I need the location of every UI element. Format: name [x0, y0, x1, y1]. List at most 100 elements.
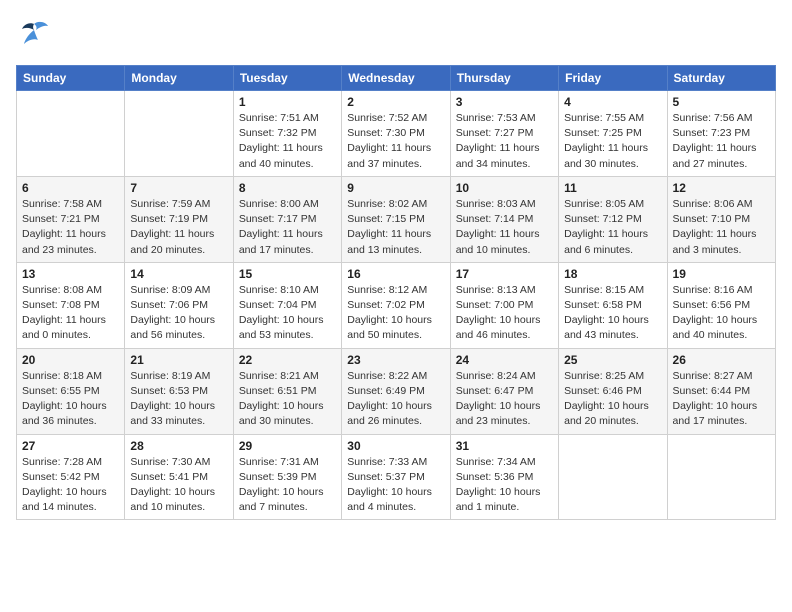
calendar-cell: 28Sunrise: 7:30 AM Sunset: 5:41 PM Dayli… — [125, 434, 233, 520]
calendar-cell: 14Sunrise: 8:09 AM Sunset: 7:06 PM Dayli… — [125, 262, 233, 348]
calendar-cell: 17 Sunrise: 8:13 AM Sunset: 7:00 PM Dayli… — [450, 262, 558, 348]
calendar-header: SundayMondayTuesdayWednesdayThursdayFrid… — [17, 66, 776, 91]
day-info: Sunrise: 8:06 AM Sunset: 7:10 PM Dayligh… — [673, 197, 770, 258]
day-info: Sunrise: 8:22 AM Sunset: 6:49 PM Dayligh… — [347, 369, 444, 430]
day-info: Sunrise: 8:05 AM Sunset: 7:12 PM Dayligh… — [564, 197, 661, 258]
day-number: 4 — [564, 95, 661, 109]
calendar-week-row: 27 Sunrise: 7:28 AM Sunset: 5:42 PM Dayli… — [17, 434, 776, 520]
day-number: 17 — [456, 267, 553, 281]
calendar-body: 1 Sunrise: 7:51 AM Sunset: 7:32 PM Daylig… — [17, 91, 776, 520]
calendar-cell: 5 Sunrise: 7:56 AM Sunset: 7:23 PM Daylig… — [667, 91, 775, 177]
day-number: 10 — [456, 181, 553, 195]
calendar-cell: 27 Sunrise: 7:28 AM Sunset: 5:42 PM Dayli… — [17, 434, 125, 520]
weekday-header-monday: Monday — [125, 66, 233, 91]
calendar-cell: 2Sunrise: 7:52 AM Sunset: 7:30 PM Daylig… — [342, 91, 450, 177]
day-number: 8 — [239, 181, 336, 195]
day-info: Sunrise: 8:10 AM Sunset: 7:04 PM Dayligh… — [239, 283, 336, 344]
day-info: Sunrise: 8:27 AM Sunset: 6:44 PM Dayligh… — [673, 369, 770, 430]
calendar-cell: 22Sunrise: 8:21 AM Sunset: 6:51 PM Dayli… — [233, 348, 341, 434]
day-info: Sunrise: 7:34 AM Sunset: 5:36 PM Dayligh… — [456, 455, 553, 516]
calendar-cell: 1 Sunrise: 7:51 AM Sunset: 7:32 PM Daylig… — [233, 91, 341, 177]
day-info: Sunrise: 7:51 AM Sunset: 7:32 PM Dayligh… — [239, 111, 336, 172]
calendar-cell: 23Sunrise: 8:22 AM Sunset: 6:49 PM Dayli… — [342, 348, 450, 434]
calendar-cell — [559, 434, 667, 520]
weekday-header-saturday: Saturday — [667, 66, 775, 91]
calendar-cell: 3 Sunrise: 7:53 AM Sunset: 7:27 PM Daylig… — [450, 91, 558, 177]
calendar-week-row: 20 Sunrise: 8:18 AM Sunset: 6:55 PM Dayli… — [17, 348, 776, 434]
day-number: 18 — [564, 267, 661, 281]
calendar-week-row: 1 Sunrise: 7:51 AM Sunset: 7:32 PM Daylig… — [17, 91, 776, 177]
calendar-cell — [125, 91, 233, 177]
calendar-week-row: 6 Sunrise: 7:58 AM Sunset: 7:21 PM Daylig… — [17, 176, 776, 262]
day-info: Sunrise: 7:30 AM Sunset: 5:41 PM Dayligh… — [130, 455, 227, 516]
day-number: 27 — [22, 439, 119, 453]
weekday-header-thursday: Thursday — [450, 66, 558, 91]
day-number: 2 — [347, 95, 444, 109]
weekday-header-row: SundayMondayTuesdayWednesdayThursdayFrid… — [17, 66, 776, 91]
day-info: Sunrise: 8:03 AM Sunset: 7:14 PM Dayligh… — [456, 197, 553, 258]
day-number: 11 — [564, 181, 661, 195]
page-header — [16, 16, 776, 57]
day-info: Sunrise: 8:15 AM Sunset: 6:58 PM Dayligh… — [564, 283, 661, 344]
day-info: Sunrise: 8:16 AM Sunset: 6:56 PM Dayligh… — [673, 283, 770, 344]
day-number: 24 — [456, 353, 553, 367]
day-info: Sunrise: 7:55 AM Sunset: 7:25 PM Dayligh… — [564, 111, 661, 172]
calendar-cell: 9 Sunrise: 8:02 AM Sunset: 7:15 PM Daylig… — [342, 176, 450, 262]
day-info: Sunrise: 7:31 AM Sunset: 5:39 PM Dayligh… — [239, 455, 336, 516]
day-number: 20 — [22, 353, 119, 367]
calendar-cell: 26 Sunrise: 8:27 AM Sunset: 6:44 PM Dayli… — [667, 348, 775, 434]
calendar-cell: 8 Sunrise: 8:00 AM Sunset: 7:17 PM Daylig… — [233, 176, 341, 262]
day-info: Sunrise: 8:08 AM Sunset: 7:08 PM Dayligh… — [22, 283, 119, 344]
calendar-table: SundayMondayTuesdayWednesdayThursdayFrid… — [16, 65, 776, 520]
day-number: 14 — [130, 267, 227, 281]
calendar-cell: 24 Sunrise: 8:24 AM Sunset: 6:47 PM Dayli… — [450, 348, 558, 434]
day-info: Sunrise: 7:28 AM Sunset: 5:42 PM Dayligh… — [22, 455, 119, 516]
day-info: Sunrise: 7:58 AM Sunset: 7:21 PM Dayligh… — [22, 197, 119, 258]
day-number: 29 — [239, 439, 336, 453]
day-info: Sunrise: 8:00 AM Sunset: 7:17 PM Dayligh… — [239, 197, 336, 258]
day-number: 1 — [239, 95, 336, 109]
day-info: Sunrise: 7:56 AM Sunset: 7:23 PM Dayligh… — [673, 111, 770, 172]
day-number: 22 — [239, 353, 336, 367]
day-number: 13 — [22, 267, 119, 281]
day-number: 3 — [456, 95, 553, 109]
day-number: 6 — [22, 181, 119, 195]
day-number: 12 — [673, 181, 770, 195]
weekday-header-tuesday: Tuesday — [233, 66, 341, 91]
day-info: Sunrise: 8:18 AM Sunset: 6:55 PM Dayligh… — [22, 369, 119, 430]
calendar-cell: 29 Sunrise: 7:31 AM Sunset: 5:39 PM Dayli… — [233, 434, 341, 520]
weekday-header-sunday: Sunday — [17, 66, 125, 91]
day-number: 9 — [347, 181, 444, 195]
calendar-cell — [667, 434, 775, 520]
calendar-cell: 18 Sunrise: 8:15 AM Sunset: 6:58 PM Dayli… — [559, 262, 667, 348]
day-info: Sunrise: 8:02 AM Sunset: 7:15 PM Dayligh… — [347, 197, 444, 258]
calendar-cell: 31 Sunrise: 7:34 AM Sunset: 5:36 PM Dayli… — [450, 434, 558, 520]
calendar-cell: 30Sunrise: 7:33 AM Sunset: 5:37 PM Dayli… — [342, 434, 450, 520]
calendar-cell: 7Sunrise: 7:59 AM Sunset: 7:19 PM Daylig… — [125, 176, 233, 262]
calendar-cell — [17, 91, 125, 177]
day-number: 5 — [673, 95, 770, 109]
day-number: 25 — [564, 353, 661, 367]
logo-bird-icon — [16, 16, 52, 57]
day-info: Sunrise: 8:13 AM Sunset: 7:00 PM Dayligh… — [456, 283, 553, 344]
day-number: 31 — [456, 439, 553, 453]
calendar-cell: 6 Sunrise: 7:58 AM Sunset: 7:21 PM Daylig… — [17, 176, 125, 262]
calendar-cell: 15Sunrise: 8:10 AM Sunset: 7:04 PM Dayli… — [233, 262, 341, 348]
calendar-cell: 16Sunrise: 8:12 AM Sunset: 7:02 PM Dayli… — [342, 262, 450, 348]
calendar-cell: 13 Sunrise: 8:08 AM Sunset: 7:08 PM Dayli… — [17, 262, 125, 348]
day-number: 26 — [673, 353, 770, 367]
calendar-cell: 19Sunrise: 8:16 AM Sunset: 6:56 PM Dayli… — [667, 262, 775, 348]
day-info: Sunrise: 8:12 AM Sunset: 7:02 PM Dayligh… — [347, 283, 444, 344]
calendar-cell: 4 Sunrise: 7:55 AM Sunset: 7:25 PM Daylig… — [559, 91, 667, 177]
weekday-header-wednesday: Wednesday — [342, 66, 450, 91]
calendar-week-row: 13 Sunrise: 8:08 AM Sunset: 7:08 PM Dayli… — [17, 262, 776, 348]
logo — [16, 16, 54, 57]
day-info: Sunrise: 7:53 AM Sunset: 7:27 PM Dayligh… — [456, 111, 553, 172]
day-number: 7 — [130, 181, 227, 195]
day-info: Sunrise: 7:33 AM Sunset: 5:37 PM Dayligh… — [347, 455, 444, 516]
calendar-cell: 11 Sunrise: 8:05 AM Sunset: 7:12 PM Dayli… — [559, 176, 667, 262]
calendar-cell: 21Sunrise: 8:19 AM Sunset: 6:53 PM Dayli… — [125, 348, 233, 434]
day-info: Sunrise: 8:24 AM Sunset: 6:47 PM Dayligh… — [456, 369, 553, 430]
weekday-header-friday: Friday — [559, 66, 667, 91]
calendar-cell: 20 Sunrise: 8:18 AM Sunset: 6:55 PM Dayli… — [17, 348, 125, 434]
